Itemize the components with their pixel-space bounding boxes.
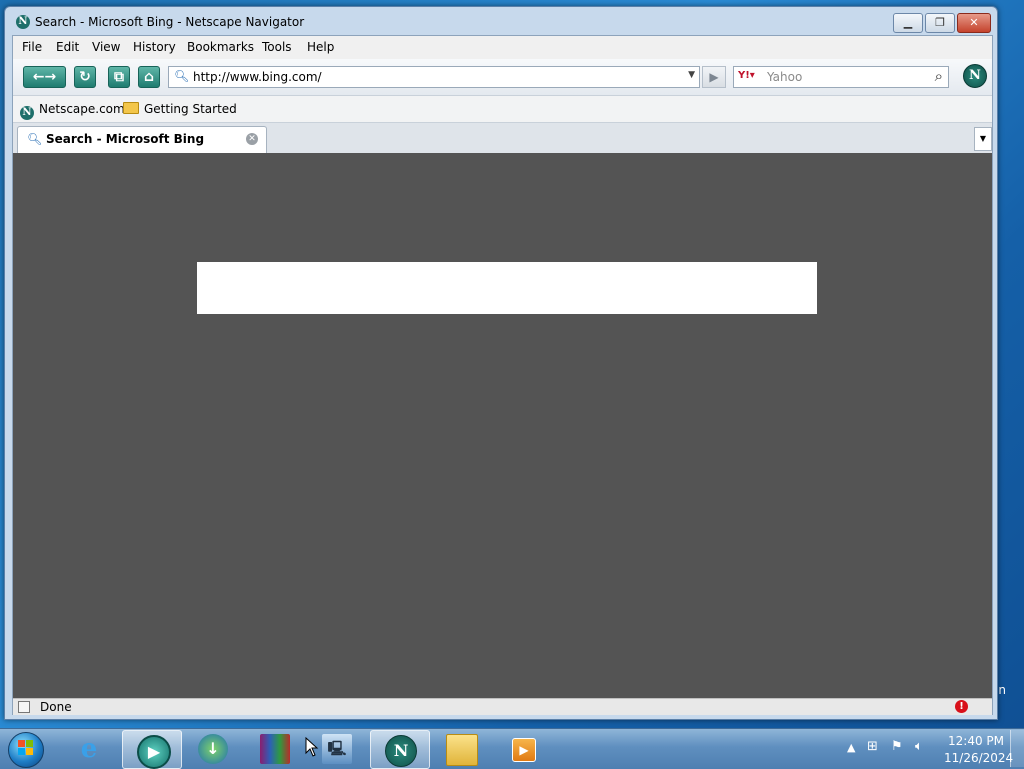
bookmark-getting-started[interactable]: Getting Started xyxy=(123,102,237,116)
go-arrow-icon: ▶ xyxy=(709,70,719,84)
app-teal-circle-icon: ▶ xyxy=(137,735,171,769)
status-bar: Done ! xyxy=(13,698,992,715)
home-icon: ⌂ xyxy=(143,69,155,85)
taskbar-netscape[interactable]: N xyxy=(370,730,430,769)
restore-icon: ❐ xyxy=(935,16,945,29)
status-text: Done xyxy=(40,700,72,714)
network-computer-icon: 🖳 xyxy=(322,734,352,764)
taskbar-media-player[interactable]: ▶ xyxy=(494,730,552,767)
winrar-icon xyxy=(260,734,290,764)
restore-button[interactable]: ❐ xyxy=(925,13,955,33)
loading-placeholder-box xyxy=(197,262,817,314)
browser-window: N Search - Microsoft Bing - Netscape Nav… xyxy=(4,6,998,720)
reload-button[interactable]: ↻ xyxy=(74,66,96,88)
action-center-flag-icon[interactable]: ⚑ xyxy=(891,739,903,754)
menu-help[interactable]: Help xyxy=(307,40,334,54)
alert-icon[interactable]: ! xyxy=(955,700,968,713)
url-dropdown-icon[interactable]: ▼ xyxy=(688,70,695,80)
new-window-button[interactable]: ⧉ xyxy=(108,66,130,88)
tab-search-bing[interactable]: 🔍︎ Search - Microsoft Bing ✕ xyxy=(17,126,267,153)
bookmark-label: Netscape.com xyxy=(39,102,125,116)
yahoo-engine-icon[interactable]: Y!▾ xyxy=(738,70,755,81)
tab-label: Search - Microsoft Bing xyxy=(46,132,205,146)
close-icon: ✕ xyxy=(969,16,979,29)
internet-explorer-icon: e xyxy=(80,734,98,764)
start-button[interactable] xyxy=(8,732,44,768)
volume-muted-icon[interactable]: 🔈︎ xyxy=(915,739,923,754)
taskbar-file-explorer[interactable] xyxy=(432,730,490,767)
menu-history[interactable]: History xyxy=(133,40,176,54)
reload-icon: ↻ xyxy=(79,69,91,85)
taskbar-internet-explorer[interactable]: e xyxy=(60,730,118,767)
forward-arrow-icon: → xyxy=(44,69,57,85)
minimize-icon: ▁ xyxy=(903,16,913,29)
search-input[interactable]: Yahoo xyxy=(767,70,802,84)
download-manager-icon: ↓ xyxy=(198,734,228,764)
bookmarks-toolbar: N Netscape.com Getting Started xyxy=(13,96,992,123)
netscape-icon: N xyxy=(20,106,34,120)
netscape-icon: N xyxy=(385,735,417,767)
menu-bar: File Edit View History Bookmarks Tools H… xyxy=(13,36,992,58)
magnifier-icon[interactable]: ⌕ xyxy=(935,67,943,85)
browser-chrome: File Edit View History Bookmarks Tools H… xyxy=(12,35,993,715)
go-button[interactable]: ▶ xyxy=(702,66,726,88)
close-button[interactable]: ✕ xyxy=(957,13,991,33)
windows-logo-icon xyxy=(18,740,34,756)
search-icon: 🔍︎ xyxy=(27,132,43,146)
bookmark-netscape[interactable]: N Netscape.com xyxy=(20,102,125,120)
netscape-icon: N xyxy=(16,15,30,29)
search-box[interactable]: Y!▾ Yahoo ⌕ xyxy=(733,66,949,88)
navigation-toolbar: ←→ ↻ ⧉ ⌂ 🔍︎ http://www.bing.com/ ▼ ▶ Y!▾… xyxy=(13,59,992,96)
home-button[interactable]: ⌂ xyxy=(138,66,160,88)
search-icon: 🔍︎ xyxy=(174,69,190,83)
back-arrow-icon: ← xyxy=(32,69,45,85)
taskbar-winrar[interactable] xyxy=(246,730,304,767)
new-window-icon: ⧉ xyxy=(114,69,124,85)
folder-icon xyxy=(446,734,478,766)
tab-list-button[interactable]: ▼ xyxy=(974,127,992,151)
menu-bookmarks[interactable]: Bookmarks xyxy=(187,40,254,54)
show-desktop-button[interactable] xyxy=(1010,730,1024,767)
taskbar-app-teal[interactable]: ▶ xyxy=(122,730,182,769)
url-bar[interactable]: 🔍︎ http://www.bing.com/ ▼ xyxy=(168,66,700,88)
menu-view[interactable]: View xyxy=(92,40,120,54)
bookmark-label: Getting Started xyxy=(144,102,237,116)
taskbar: e ▶ ↓ 🖳 N ▶ ▲ ⊞ ⚑ 🔈︎ 12:40 PM 11/26/2024 xyxy=(0,728,1024,769)
netscape-throbber-icon[interactable]: N xyxy=(963,64,987,88)
desktop-edge-text: n xyxy=(998,683,1006,697)
chevron-down-icon: ▼ xyxy=(979,134,987,143)
clock-time[interactable]: 12:40 PM xyxy=(948,734,1004,748)
network-icon[interactable]: ⊞ xyxy=(867,739,878,754)
menu-tools[interactable]: Tools xyxy=(262,40,292,54)
menu-file[interactable]: File xyxy=(22,40,42,54)
page-content xyxy=(13,153,992,698)
page-status-icon xyxy=(18,701,30,713)
folder-icon xyxy=(123,102,139,114)
minimize-button[interactable]: ▁ xyxy=(893,13,923,33)
menu-edit[interactable]: Edit xyxy=(56,40,79,54)
back-forward-button[interactable]: ←→ xyxy=(23,66,66,88)
close-tab-icon[interactable]: ✕ xyxy=(246,133,258,145)
mouse-cursor-icon xyxy=(305,737,319,757)
show-hidden-icons-icon[interactable]: ▲ xyxy=(847,741,855,754)
window-title: Search - Microsoft Bing - Netscape Navig… xyxy=(35,15,305,29)
media-player-icon: ▶ xyxy=(512,738,536,762)
clock-date[interactable]: 11/26/2024 xyxy=(944,751,1013,765)
taskbar-download-manager[interactable]: ↓ xyxy=(184,730,242,767)
tab-strip: 🔍︎ Search - Microsoft Bing ✕ ▼ xyxy=(13,123,992,153)
title-bar[interactable]: N Search - Microsoft Bing - Netscape Nav… xyxy=(5,7,997,37)
url-input[interactable]: http://www.bing.com/ xyxy=(193,70,322,84)
